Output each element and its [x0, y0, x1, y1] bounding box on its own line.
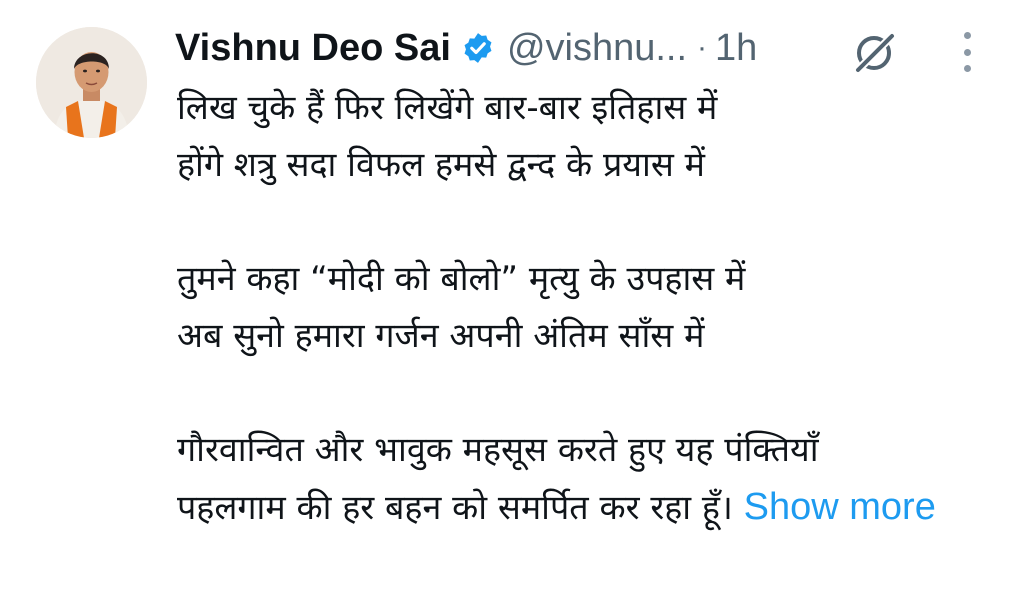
tweet-line-last: पहलगाम की हर बहन को समर्पित कर रहा हूँ। … — [177, 479, 992, 537]
grok-icon[interactable] — [850, 30, 900, 76]
tweet-line: पहलगाम की हर बहन को समर्पित कर रहा हूँ। — [177, 488, 733, 528]
tweet-text: लिख चुके हैं फिर लिखेंगे बार-बार इतिहास … — [177, 80, 992, 537]
tweet-line: गौरवान्वित और भावुक महसूस करते हुए यह पं… — [177, 430, 819, 470]
tweet-line: होंगे शत्रु सदा विफल हमसे द्वन्द के प्रय… — [177, 145, 705, 185]
author-handle[interactable]: @vishnu... — [507, 27, 687, 70]
tweet-line: अब सुनो हमारा गर्जन अपनी अंतिम साँस में — [177, 316, 705, 356]
separator-dot: · — [697, 31, 708, 64]
verified-badge-icon — [461, 31, 495, 65]
avatar[interactable] — [36, 27, 147, 138]
more-options-icon[interactable] — [955, 32, 979, 72]
tweet-line: लिख चुके हैं फिर लिखेंगे बार-बार इतिहास … — [177, 88, 718, 128]
tweet-line: तुमने कहा “मोदी को बोलो” मृत्यु के उपहास… — [177, 259, 746, 299]
author-name[interactable]: Vishnu Deo Sai — [175, 27, 451, 70]
timestamp[interactable]: 1h — [715, 27, 757, 70]
show-more-link[interactable]: Show more — [744, 486, 936, 528]
tweet-header: Vishnu Deo Sai @vishnu... · 1h — [175, 22, 757, 74]
